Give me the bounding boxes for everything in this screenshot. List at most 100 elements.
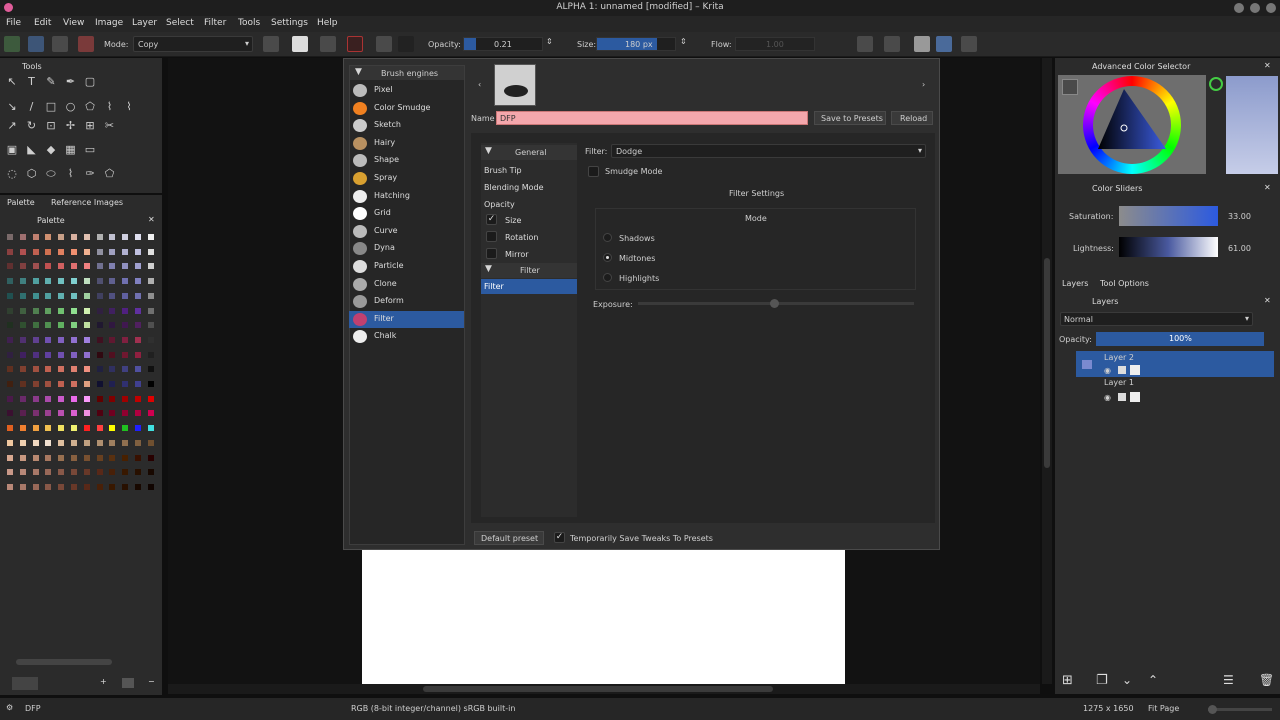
- palette-swatch[interactable]: [109, 307, 116, 314]
- menu-select[interactable]: Select: [166, 18, 194, 28]
- sv-triangle[interactable]: [1096, 87, 1168, 155]
- palette-swatch[interactable]: [7, 322, 13, 329]
- palette-swatch[interactable]: [32, 395, 39, 402]
- palette-swatch[interactable]: [58, 322, 65, 329]
- default-preset-button[interactable]: Default preset: [474, 531, 544, 545]
- palette-swatch[interactable]: [58, 234, 65, 240]
- palette-swatch[interactable]: [109, 278, 116, 285]
- temp-save-checkbox[interactable]: ✓: [554, 532, 565, 543]
- eye-icon[interactable]: ◉: [1104, 366, 1111, 375]
- palette-swatch[interactable]: [83, 336, 90, 343]
- palette-swatch[interactable]: [32, 425, 39, 432]
- palette-swatch[interactable]: [96, 322, 103, 329]
- palette-swatch[interactable]: [32, 469, 39, 476]
- palette-swatch[interactable]: [109, 336, 116, 343]
- palette-swatch[interactable]: [71, 439, 77, 446]
- palette-swatch[interactable]: [19, 410, 26, 417]
- palette-swatch[interactable]: [147, 483, 154, 490]
- canvas-scroll-thumb[interactable]: [423, 686, 773, 692]
- palette-swatch[interactable]: [45, 292, 52, 299]
- palette-swatch[interactable]: [135, 322, 141, 329]
- reload-icon[interactable]: [320, 36, 336, 52]
- palette-swatch[interactable]: [19, 336, 26, 343]
- palette-swatch[interactable]: [45, 469, 52, 476]
- palette-swatch[interactable]: [96, 336, 103, 343]
- palette-swatch[interactable]: [109, 483, 116, 490]
- palette-swatch[interactable]: [96, 395, 103, 402]
- palette-swatch[interactable]: [32, 307, 39, 314]
- palette-swatch[interactable]: [147, 292, 154, 299]
- option-mirror[interactable]: Mirror: [505, 250, 529, 259]
- layer-row[interactable]: Layer 1 ◉: [1076, 378, 1274, 404]
- palette-swatch[interactable]: [109, 292, 116, 299]
- palette-swatch[interactable]: [45, 483, 52, 490]
- lightness-value[interactable]: 61.00: [1228, 244, 1251, 253]
- menu-file[interactable]: File: [6, 18, 21, 28]
- palette-swatch[interactable]: [58, 381, 65, 387]
- palette-swatch[interactable]: [45, 263, 52, 270]
- rect-select-icon[interactable]: ▭: [84, 144, 96, 156]
- tab-tool-options[interactable]: Tool Options: [1100, 279, 1149, 288]
- select-icon[interactable]: ↖: [6, 76, 18, 88]
- palette-swatch[interactable]: [147, 425, 154, 432]
- palette-swatch[interactable]: [122, 425, 129, 432]
- palette-swatch[interactable]: [135, 366, 141, 373]
- palette-swatch[interactable]: [147, 307, 154, 314]
- palette-swatch[interactable]: [32, 366, 39, 373]
- palette-swatch[interactable]: [122, 248, 129, 255]
- palette-swatch[interactable]: [32, 248, 39, 255]
- palette-swatch[interactable]: [147, 278, 154, 285]
- palette-swatch[interactable]: [7, 410, 13, 417]
- palette-swatch[interactable]: [83, 483, 90, 490]
- palette-swatch[interactable]: [122, 234, 129, 240]
- palette-swatch[interactable]: [19, 307, 26, 314]
- sample-icon[interactable]: ◆: [45, 144, 57, 156]
- palette-swatch[interactable]: [147, 366, 154, 373]
- close-icon[interactable]: ✕: [1264, 183, 1271, 192]
- palette-swatch[interactable]: [83, 307, 90, 314]
- polyline-icon[interactable]: ⌇: [104, 101, 116, 113]
- palette-swatch[interactable]: [83, 410, 90, 417]
- menu-view[interactable]: View: [63, 18, 84, 28]
- palette-select[interactable]: [12, 677, 38, 690]
- size-checkbox[interactable]: ✓: [486, 214, 497, 225]
- palette-swatch[interactable]: [96, 248, 103, 255]
- calligraphy-icon[interactable]: ✒: [65, 76, 77, 88]
- palette-swatch[interactable]: [122, 381, 129, 387]
- palette-swatch[interactable]: [135, 425, 141, 432]
- rectangle-icon[interactable]: □: [45, 101, 57, 113]
- lightness-slider[interactable]: [1119, 237, 1218, 257]
- color-swap-icon[interactable]: [398, 36, 414, 52]
- palette-swatch[interactable]: [7, 439, 13, 446]
- line2-icon[interactable]: /: [26, 101, 38, 113]
- engine-sketch[interactable]: Sketch: [349, 117, 464, 134]
- palette-swatch[interactable]: [19, 395, 26, 402]
- palette-swatch[interactable]: [7, 454, 13, 461]
- palette-swatch[interactable]: [7, 248, 13, 255]
- palette-swatch[interactable]: [7, 234, 13, 240]
- alpha-lock-icon[interactable]: [1130, 365, 1140, 375]
- palette-swatch[interactable]: [109, 322, 116, 329]
- palette-swatch[interactable]: [71, 410, 77, 417]
- palette-swatch[interactable]: [32, 483, 39, 490]
- palette-swatch[interactable]: [83, 234, 90, 240]
- palette-swatch[interactable]: [58, 454, 65, 461]
- option-blending-mode[interactable]: Blending Mode: [484, 183, 544, 192]
- tab-layers[interactable]: Layers: [1062, 279, 1088, 288]
- palette-swatch[interactable]: [19, 469, 26, 476]
- palette-swatch[interactable]: [7, 395, 13, 402]
- brush-engines-header[interactable]: ▼ Brush engines: [350, 66, 464, 80]
- palette-swatch[interactable]: [83, 292, 90, 299]
- add-swatch-icon[interactable]: +: [100, 677, 107, 686]
- palette-swatch[interactable]: [109, 351, 116, 358]
- palette-swatch[interactable]: [122, 351, 129, 358]
- palette-swatch[interactable]: [96, 469, 103, 476]
- palette-swatch[interactable]: [83, 381, 90, 387]
- palette-swatch[interactable]: [83, 278, 90, 285]
- palette-swatch[interactable]: [135, 263, 141, 270]
- filter-header[interactable]: ▼ Filter: [481, 263, 577, 278]
- palette-swatch[interactable]: [147, 322, 154, 329]
- preset-next-icon[interactable]: ›: [922, 80, 925, 89]
- menu-edit[interactable]: Edit: [34, 18, 51, 28]
- menu-layer[interactable]: Layer: [132, 18, 157, 28]
